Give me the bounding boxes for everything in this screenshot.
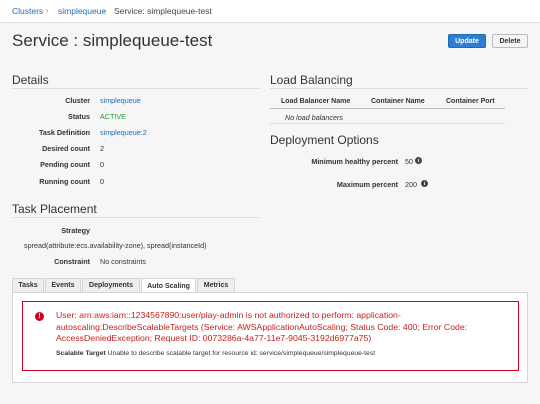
strategy-value: spread(attribute:ecs.availability-zone),… [24,241,207,250]
deployment-options-heading: Deployment Options [270,133,379,147]
divider [270,88,528,89]
page-title: Service : simplequeue-test [12,31,213,50]
error-icon: ! [35,312,44,321]
cluster-link[interactable]: simplequeue [100,96,141,105]
running-count-label: Running count [39,177,90,186]
table-header-divider [270,108,505,109]
column-header-container-name: Container Name [371,98,425,105]
tab-tasks[interactable]: Tasks [12,278,44,292]
pending-count-value: 0 [100,160,104,169]
column-header-load-balancer-name: Load Balancer Name [281,98,351,105]
breadcrumb-clusters-link[interactable]: Clusters [12,6,43,16]
breadcrumb-separator: › [103,6,106,15]
scalable-target-text: Unable to describe scalable target for r… [107,350,376,357]
tab-metrics[interactable]: Metrics [197,278,235,292]
tab-events[interactable]: Events [45,278,81,292]
status-badge: ACTIVE [100,112,126,121]
task-definition-label: Task Definition [39,128,90,137]
info-icon[interactable]: i [415,157,422,164]
strategy-label: Strategy [61,226,90,235]
divider [12,88,260,89]
tab-auto-scaling[interactable]: Auto Scaling [141,278,196,293]
error-message: User: arn:aws:iam::1234567890:user/play-… [56,310,468,343]
constraint-value: No constraints [100,257,146,266]
running-count-value: 0 [100,177,104,186]
load-balancing-heading: Load Balancing [270,73,353,87]
info-icon[interactable]: i [421,180,428,187]
breadcrumb-current: Service: simplequeue-test [114,6,212,16]
max-percent-label: Maximum percent [336,180,398,189]
pending-count-label: Pending count [40,160,90,169]
task-definition-link[interactable]: simplequeue:2 [100,128,147,137]
max-percent-value: 200 [405,180,417,189]
breadcrumb-bar: Clusters › simplequeue › Service: simple… [0,0,540,23]
scalable-target-detail: Scalable Target Unable to describe scala… [56,350,375,357]
details-heading: Details [12,73,49,87]
min-healthy-percent-label: Minimum healthy percent [311,157,398,166]
scalable-target-label: Scalable Target [56,350,106,357]
desired-count-label: Desired count [42,144,90,153]
cluster-label: Cluster [65,96,90,105]
task-placement-heading: Task Placement [12,202,97,216]
status-label: Status [68,112,90,121]
breadcrumb-cluster-link[interactable]: simplequeue [58,6,106,16]
tab-deployments[interactable]: Deployments [82,278,140,292]
column-header-container-port: Container Port [446,98,495,105]
delete-button[interactable]: Delete [492,34,528,48]
error-alert: ! User: arn:aws:iam::1234567890:user/pla… [22,301,519,371]
divider [270,123,505,124]
breadcrumb-separator: › [46,6,49,15]
min-healthy-percent-value: 50 [405,157,413,166]
empty-load-balancers-text: No load balancers [285,113,343,122]
desired-count-value: 2 [100,144,104,153]
update-button[interactable]: Update [448,34,486,48]
divider [12,217,260,218]
constraint-label: Constraint [54,257,90,266]
